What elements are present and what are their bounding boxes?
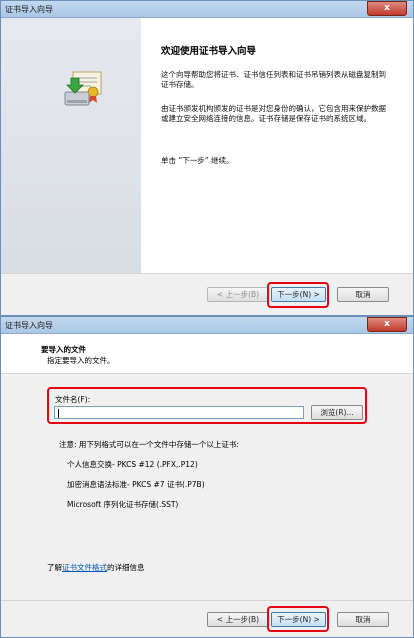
certificate-format-link[interactable]: 证书文件格式 <box>62 563 107 572</box>
cancel-button[interactable]: 取消 <box>337 612 389 627</box>
format-p7b: 加密消息语法标准- PKCS #7 证书(.P7B) <box>67 480 205 489</box>
intro-paragraph: 这个向导帮助您将证书、证书信任列表和证书吊销列表从磁盘复制到证书存储。 <box>161 70 386 89</box>
next-button[interactable]: 下一步(N) > <box>271 612 326 627</box>
header-subtitle: 指定要导入的文件。 <box>47 356 115 365</box>
filename-input[interactable] <box>54 406 304 419</box>
close-button[interactable]: x <box>367 1 407 16</box>
text-caret <box>58 409 59 418</box>
window-title: 证书导入向导 <box>5 321 53 330</box>
import-wizard-welcome-window: 证书导入向导 x 欢迎使用证书导入向导 这个向导帮助您将证书、证书信任列表和证书… <box>0 0 414 316</box>
wizard-footer: < 上一步(B) 下一步(N) > 取消 <box>1 600 413 637</box>
learn-more-text: 了解证书文件格式的详细信息 <box>47 562 145 573</box>
format-note: 注意: 用下列格式可以在一个文件中存储一个以上证书: <box>59 440 239 449</box>
wizard-content: 欢迎使用证书导入向导 这个向导帮助您将证书、证书信任列表和证书吊销列表从磁盘复制… <box>1 18 413 273</box>
learn-suffix: 的详细信息 <box>107 563 145 572</box>
title-bar: 证书导入向导 x <box>1 317 413 334</box>
import-wizard-file-window: 证书导入向导 x 要导入的文件 指定要导入的文件。 文件名(F): 浏览(R).… <box>0 316 414 638</box>
back-button[interactable]: < 上一步(B) <box>207 612 269 627</box>
filename-label: 文件名(F): <box>55 395 91 404</box>
learn-prefix: 了解 <box>47 563 62 572</box>
continue-instruction: 单击 “下一步” 继续。 <box>161 156 234 165</box>
certificate-import-icon <box>64 71 102 106</box>
cancel-button[interactable]: 取消 <box>337 287 389 302</box>
wizard-footer: < 上一步(B) 下一步(N) > 取消 <box>1 273 413 315</box>
next-button[interactable]: 下一步(N) > <box>271 287 326 302</box>
header-title: 要导入的文件 <box>41 345 86 354</box>
title-bar: 证书导入向导 x <box>1 1 413 18</box>
wizard-header: 要导入的文件 指定要导入的文件。 <box>1 334 413 374</box>
window-title: 证书导入向导 <box>5 5 53 14</box>
format-sst: Microsoft 序列化证书存储(.SST) <box>67 500 179 509</box>
certificate-description: 由证书颁发机构颁发的证书是对您身份的确认，它包含用来保护数据或建立安全网络连接的… <box>161 104 386 123</box>
back-button[interactable]: < 上一步(B) <box>207 287 269 302</box>
welcome-heading: 欢迎使用证书导入向导 <box>161 46 257 57</box>
browse-button[interactable]: 浏览(R)... <box>311 405 363 420</box>
close-button[interactable]: x <box>367 317 407 332</box>
wizard-body: 文件名(F): 浏览(R)... 注意: 用下列格式可以在一个文件中存储一个以上… <box>1 374 413 600</box>
wizard-side-panel <box>1 18 141 273</box>
format-pfx: 个人信息交换- PKCS #12 (.PFX,.P12) <box>67 460 198 469</box>
